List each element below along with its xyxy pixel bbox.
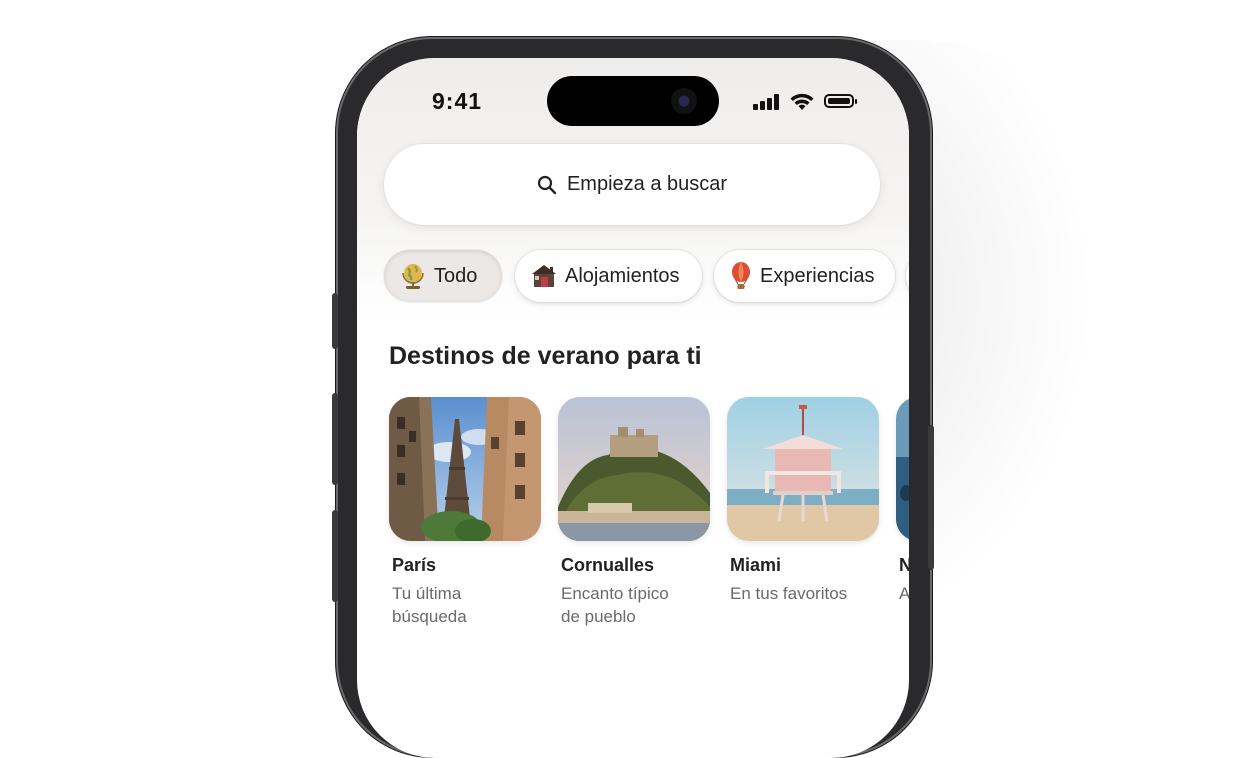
search-placeholder: Empieza a buscar [566, 173, 728, 195]
power-button [928, 425, 934, 570]
category-label: Todo [434, 264, 478, 287]
destination-name: Cornualles [561, 555, 655, 575]
destination-name: Miami [730, 555, 782, 575]
volume-down-button [332, 510, 338, 602]
hot-air-balloon-icon [732, 262, 750, 289]
destination-name: París [392, 555, 437, 575]
house-icon [532, 265, 556, 287]
action-button [332, 293, 338, 349]
destination-card-paris[interactable]: París Tu última búsqueda [389, 397, 541, 628]
destination-image [727, 397, 879, 541]
destination-subtitle: En tus favoritos [730, 584, 848, 603]
phone-screen: 9:41 Empieza a buscar Todo Alojamientos … [357, 58, 909, 758]
volume-up-button [332, 393, 338, 485]
destination-image [389, 397, 541, 541]
battery-icon [824, 94, 857, 108]
destination-card-partial[interactable]: N A [896, 397, 909, 605]
destination-card-miami[interactable]: Miami En tus favoritos [727, 397, 879, 605]
destination-subtitle: A [899, 584, 909, 603]
destination-card-cornualles[interactable]: Cornualles Encanto típico de pueblo [558, 397, 710, 628]
cellular-signal-icon [753, 94, 781, 110]
destination-image [558, 397, 710, 541]
category-label: Experiencias [760, 264, 875, 287]
destination-image [896, 397, 909, 541]
destination-subtitle: Encanto típico de pueblo [561, 584, 669, 626]
dynamic-island [547, 76, 719, 126]
globe-icon [402, 264, 424, 289]
search-icon [537, 175, 557, 194]
destination-name: N [899, 555, 909, 575]
front-camera [671, 88, 697, 114]
destination-subtitle: Tu última búsqueda [392, 584, 467, 626]
wifi-icon [790, 93, 814, 110]
category-chip-todo[interactable]: Todo [384, 250, 502, 302]
category-chip-alojamientos[interactable]: Alojamientos [515, 250, 702, 302]
section-title: Destinos de verano para ti [389, 342, 702, 370]
category-chip-experiencias[interactable]: Experiencias [714, 250, 895, 302]
category-label: Alojamientos [565, 264, 680, 287]
search-bar[interactable]: Empieza a buscar [384, 144, 880, 225]
status-time: 9:41 [432, 88, 483, 114]
